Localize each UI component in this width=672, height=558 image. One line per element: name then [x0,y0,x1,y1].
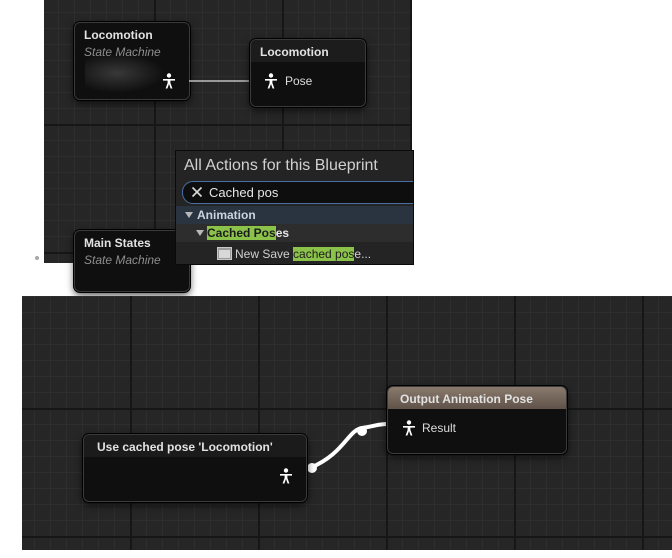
menu-title: All Actions for this Blueprint [184,157,378,174]
expand-triangle-icon[interactable] [196,230,204,236]
expand-triangle-icon[interactable] [185,212,193,218]
action-label: New Save cached pose... [235,247,371,261]
cursor-dot [35,256,39,260]
pose-pin-icon[interactable] [264,73,278,89]
category-animation[interactable]: Animation [176,206,413,224]
function-item-icon [217,247,232,260]
search-highlight: cached pos [293,247,355,261]
main-states-state-machine-node[interactable]: Main States State Machine [74,230,190,292]
output-animation-pose-node[interactable]: Output Animation Pose Result [387,386,567,454]
action-label-rest: e... [354,247,372,261]
node-title: Output Animation Pose [400,392,533,406]
node-title: Main States [84,236,151,250]
all-actions-menu[interactable]: All Actions for this Blueprint Cached po… [175,150,414,265]
pin-label: Pose [285,74,313,88]
node-title: Locomotion [260,45,329,59]
clear-search-icon[interactable] [191,186,203,198]
pin-label: Result [422,421,457,435]
node-subtitle: State Machine [84,253,161,267]
category-label-rest: es [275,226,290,240]
search-input[interactable]: Cached pos [182,181,413,204]
node-title: Use cached pose 'Locomotion' [97,440,273,454]
anim-graph-bottom[interactable]: Use cached pose 'Locomotion' Output Anim… [22,296,672,550]
search-value: Cached pos [209,185,279,200]
use-cached-pose-node[interactable]: Use cached pose 'Locomotion' [83,434,307,502]
pose-pin-icon[interactable] [279,468,293,484]
result-wire[interactable] [22,296,672,550]
action-new-save-cached-pose[interactable]: New Save cached pose... [176,245,413,263]
action-label-prefix: New Save [235,247,294,261]
category-cached-poses[interactable]: Cached Poses [176,224,413,242]
locomotion-save-cached-pose-node[interactable]: Locomotion Pose [250,39,366,107]
category-label: Animation [197,208,256,222]
pose-pin-icon[interactable] [402,420,416,436]
category-label: Cached Poses [207,226,289,240]
search-highlight: Cached Pos [207,226,276,240]
